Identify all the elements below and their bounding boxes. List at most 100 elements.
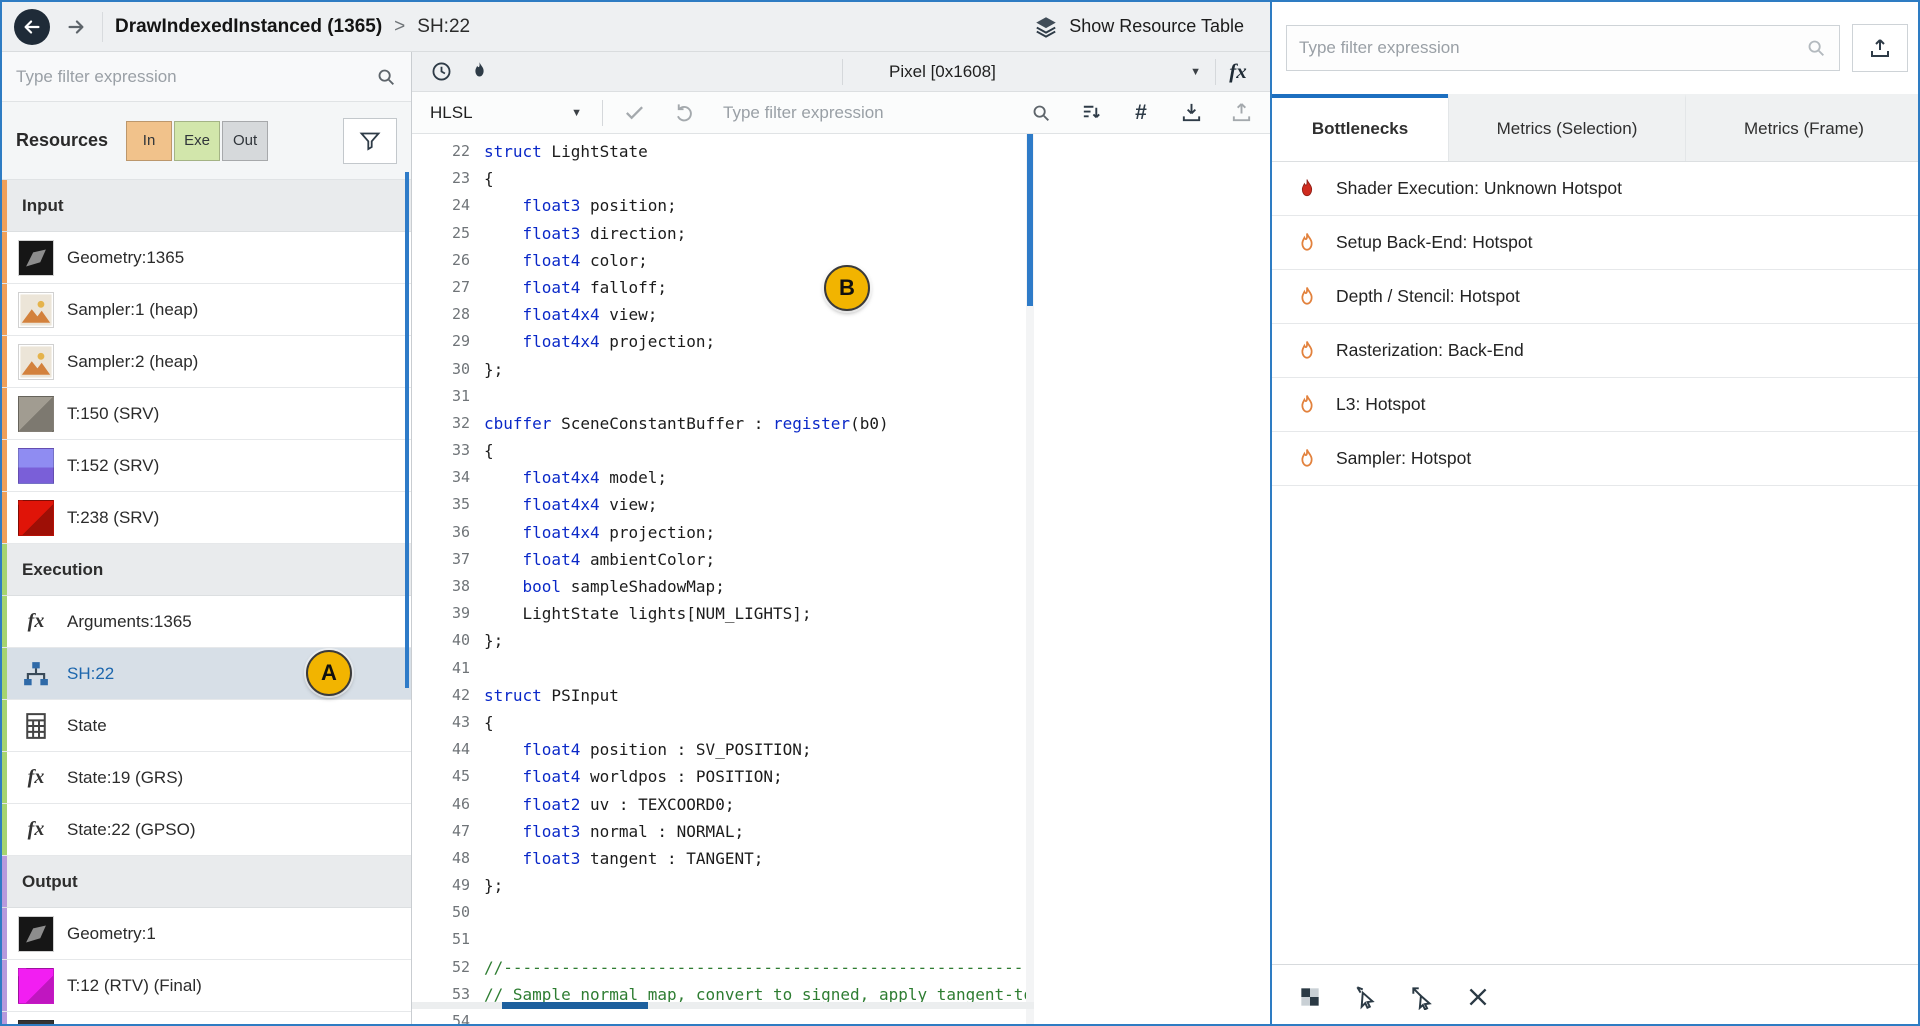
bottleneck-item-setup-back-end-hotspot[interactable]: Setup Back-End: Hotspot — [1272, 216, 1920, 270]
code-line-26[interactable]: 26 float4 color; — [412, 247, 1034, 274]
tab-bottlenecks[interactable]: Bottlenecks — [1272, 94, 1448, 161]
resource-item-arguments-1365[interactable]: fxArguments:1365 — [2, 596, 411, 648]
hotspot-flame-button[interactable] — [460, 55, 498, 89]
code-line-51[interactable]: 51 — [412, 926, 1034, 953]
sampler-icon — [18, 292, 54, 328]
code-line-29[interactable]: 29 float4x4 projection; — [412, 328, 1034, 355]
resource-item-sampler-2-heap[interactable]: Sampler:2 (heap) — [2, 336, 411, 388]
code-line-42[interactable]: 42struct PSInput — [412, 682, 1034, 709]
sort-lines-button[interactable] — [1072, 96, 1110, 130]
download-shader-button[interactable] — [1172, 96, 1210, 130]
annotation-marker-a[interactable]: A — [306, 650, 352, 696]
pixel-selector-dropdown[interactable]: Pixel [0x1608] ▼ — [843, 62, 1215, 82]
code-line-23[interactable]: 23{ — [412, 165, 1034, 192]
select-region-button[interactable] — [1402, 977, 1442, 1017]
revert-button[interactable] — [665, 96, 703, 130]
bottleneck-item-shader-execution-unknown-hotspot[interactable]: Shader Execution: Unknown Hotspot — [1272, 162, 1920, 216]
editor-toolbar-top: Pixel [0x1608] ▼ fx — [412, 52, 1270, 92]
breadcrumb-event[interactable]: DrawIndexedInstanced (1365) — [115, 16, 382, 38]
metrics-filter-input[interactable] — [1299, 38, 1797, 58]
section-stripe — [2, 700, 7, 751]
clear-selection-button[interactable] — [1458, 977, 1498, 1017]
line-number: 32 — [412, 410, 470, 437]
filter-funnel-button[interactable] — [343, 118, 397, 164]
breadcrumb-resource[interactable]: SH:22 — [417, 16, 470, 38]
code-line-33[interactable]: 33{ — [412, 437, 1034, 464]
code-line-47[interactable]: 47 float3 normal : NORMAL; — [412, 818, 1034, 845]
code-line-27[interactable]: 27 float4 falloff; — [412, 274, 1034, 301]
tab-metrics-frame[interactable]: Metrics (Frame) — [1685, 94, 1920, 161]
tab-metrics-selection[interactable]: Metrics (Selection) — [1448, 94, 1685, 161]
code-line-24[interactable]: 24 float3 position; — [412, 192, 1034, 219]
line-numbers-button[interactable]: # — [1122, 101, 1160, 125]
scrollbar-thumb[interactable] — [1027, 134, 1033, 306]
code-line-45[interactable]: 45 float4 worldpos : POSITION; — [412, 763, 1034, 790]
swatch-tool-button[interactable] — [1290, 977, 1330, 1017]
resource-item-geometry-1365[interactable]: Geometry:1365 — [2, 232, 411, 284]
resource-item-geometry-1[interactable]: Geometry:1 — [2, 908, 411, 960]
line-number: 37 — [412, 546, 470, 573]
resources-filter-input[interactable] — [16, 67, 367, 87]
app-window: DrawIndexedInstanced (1365) > SH:22 Show… — [0, 0, 1920, 1026]
resource-item-state[interactable]: State — [2, 700, 411, 752]
annotation-marker-b[interactable]: B — [824, 265, 870, 311]
resource-item-t-238-srv[interactable]: T:238 (SRV) — [2, 492, 411, 544]
show-resource-table-button[interactable]: Show Resource Table — [1033, 14, 1258, 40]
resource-item-sampler-1-heap[interactable]: Sampler:1 (heap) — [2, 284, 411, 336]
code-line-36[interactable]: 36 float4x4 projection; — [412, 519, 1034, 546]
code-line-41[interactable]: 41 — [412, 655, 1034, 682]
code-line-25[interactable]: 25 float3 direction; — [412, 220, 1034, 247]
code-line-48[interactable]: 48 float3 tangent : TANGENT; — [412, 845, 1034, 872]
language-dropdown[interactable]: HLSL ▼ — [422, 103, 590, 123]
pick-pixel-button[interactable] — [1346, 977, 1386, 1017]
toggle-out[interactable]: Out — [222, 121, 268, 161]
forward-button[interactable] — [62, 13, 90, 41]
resource-item-state-22-gpso[interactable]: fxState:22 (GPSO) — [2, 804, 411, 856]
resource-item-state-19-grs[interactable]: fxState:19 (GRS) — [2, 752, 411, 804]
toggle-exe[interactable]: Exe — [174, 121, 220, 161]
resource-item-t-25-dsv[interactable]: T:25 (DSV) — [2, 1012, 411, 1026]
code-line-37[interactable]: 37 float4 ambientColor; — [412, 546, 1034, 573]
bottleneck-item-sampler-hotspot[interactable]: Sampler: Hotspot — [1272, 432, 1920, 486]
resource-filter-toggles: InExeOut — [126, 121, 270, 161]
code-line-35[interactable]: 35 float4x4 view; — [412, 491, 1034, 518]
code-editor[interactable]: 22struct LightState23{24 float3 position… — [412, 134, 1034, 1026]
code-line-28[interactable]: 28 float4x4 view; — [412, 301, 1034, 328]
fx-profiler-button[interactable]: fx — [1216, 59, 1260, 84]
code-line-22[interactable]: 22struct LightState — [412, 138, 1034, 165]
code-line-30[interactable]: 30}; — [412, 356, 1034, 383]
code-vertical-scrollbar[interactable] — [1026, 134, 1034, 1026]
code-line-46[interactable]: 46 float2 uv : TEXCOORD0; — [412, 791, 1034, 818]
export-metrics-button[interactable] — [1852, 24, 1908, 72]
code-line-32[interactable]: 32cbuffer SceneConstantBuffer : register… — [412, 410, 1034, 437]
export-shader-button[interactable] — [1222, 96, 1260, 130]
code-horizontal-scrollbar[interactable] — [412, 1002, 1034, 1009]
toggle-in[interactable]: In — [126, 121, 172, 161]
code-line-31[interactable]: 31 — [412, 383, 1034, 410]
apply-button[interactable] — [615, 96, 653, 130]
resource-item-t-152-srv[interactable]: T:152 (SRV) — [2, 440, 411, 492]
resource-list-scrollbar[interactable] — [405, 172, 409, 688]
back-button[interactable] — [14, 9, 50, 45]
code-line-49[interactable]: 49}; — [412, 872, 1034, 899]
code-filter-input[interactable] — [723, 103, 1022, 123]
code-line-34[interactable]: 34 float4x4 model; — [412, 464, 1034, 491]
resource-item-t-150-srv[interactable]: T:150 (SRV) — [2, 388, 411, 440]
code-text: { — [484, 437, 494, 464]
bottleneck-item-rasterization-back-end[interactable]: Rasterization: Back-End — [1272, 324, 1920, 378]
history-clock-button[interactable] — [422, 55, 460, 89]
code-line-43[interactable]: 43{ — [412, 709, 1034, 736]
code-line-40[interactable]: 40}; — [412, 627, 1034, 654]
code-line-44[interactable]: 44 float4 position : SV_POSITION; — [412, 736, 1034, 763]
bottleneck-item-l3-hotspot[interactable]: L3: Hotspot — [1272, 378, 1920, 432]
code-line-39[interactable]: 39 LightState lights[NUM_LIGHTS]; — [412, 600, 1034, 627]
code-line-50[interactable]: 50 — [412, 899, 1034, 926]
scrollbar-thumb[interactable] — [502, 1002, 648, 1009]
line-number: 52 — [412, 954, 470, 981]
bottleneck-item-depth-stencil-hotspot[interactable]: Depth / Stencil: Hotspot — [1272, 270, 1920, 324]
resource-item-t-12-rtv-final[interactable]: T:12 (RTV) (Final) — [2, 960, 411, 1012]
code-line-54[interactable]: 54 — [412, 1008, 1034, 1026]
code-line-38[interactable]: 38 bool sampleShadowMap; — [412, 573, 1034, 600]
resource-label: Geometry:1365 — [67, 248, 184, 268]
code-line-52[interactable]: 52//------------------------------------… — [412, 954, 1034, 981]
